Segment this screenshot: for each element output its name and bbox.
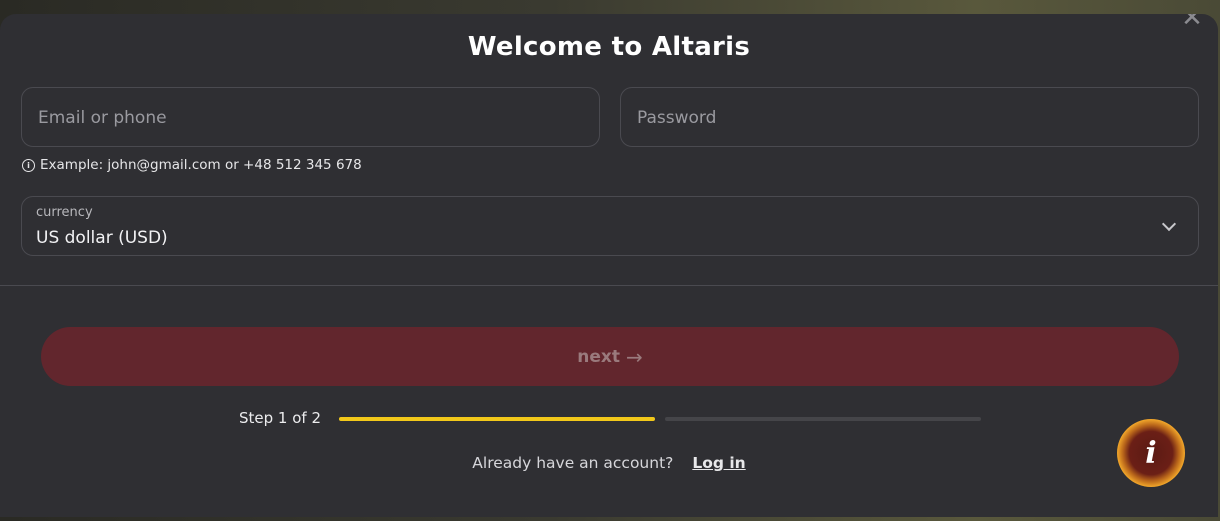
next-button-label: next [577, 346, 620, 367]
password-input[interactable] [635, 88, 1188, 148]
currency-select[interactable]: currency US dollar (USD) [21, 196, 1199, 256]
close-icon[interactable]: ✕ [1180, 14, 1204, 31]
divider [0, 285, 1218, 286]
login-prompt: Already have an account? Log in [0, 454, 1218, 472]
modal-title: Welcome to Altaris [467, 32, 751, 62]
chevron-down-icon [1161, 216, 1177, 232]
email-field[interactable] [21, 87, 600, 148]
step-indicator: Step 1 of 2 [239, 409, 322, 427]
currency-label: currency [36, 205, 93, 220]
next-button[interactable]: next → [41, 327, 1179, 386]
arrow-right-icon: → [625, 344, 643, 369]
email-hint: i Example: john@gmail.com or +48 512 345… [22, 157, 362, 173]
password-field[interactable] [620, 87, 1199, 148]
progress-segment-pending [665, 417, 981, 421]
step-progress [339, 417, 981, 421]
email-hint-text: Example: john@gmail.com or +48 512 345 6… [40, 157, 362, 173]
currency-value: US dollar (USD) [36, 228, 168, 248]
progress-segment-complete [339, 417, 655, 421]
email-input[interactable] [36, 88, 589, 148]
login-prompt-text: Already have an account? [472, 454, 674, 472]
signup-modal: ✕ Welcome to Altaris i Example: john@gma… [0, 14, 1218, 517]
info-letter: i [1145, 435, 1157, 471]
info-circle-icon: i [22, 158, 35, 172]
info-help-icon[interactable]: i [1117, 419, 1185, 487]
login-link[interactable]: Log in [692, 454, 745, 472]
